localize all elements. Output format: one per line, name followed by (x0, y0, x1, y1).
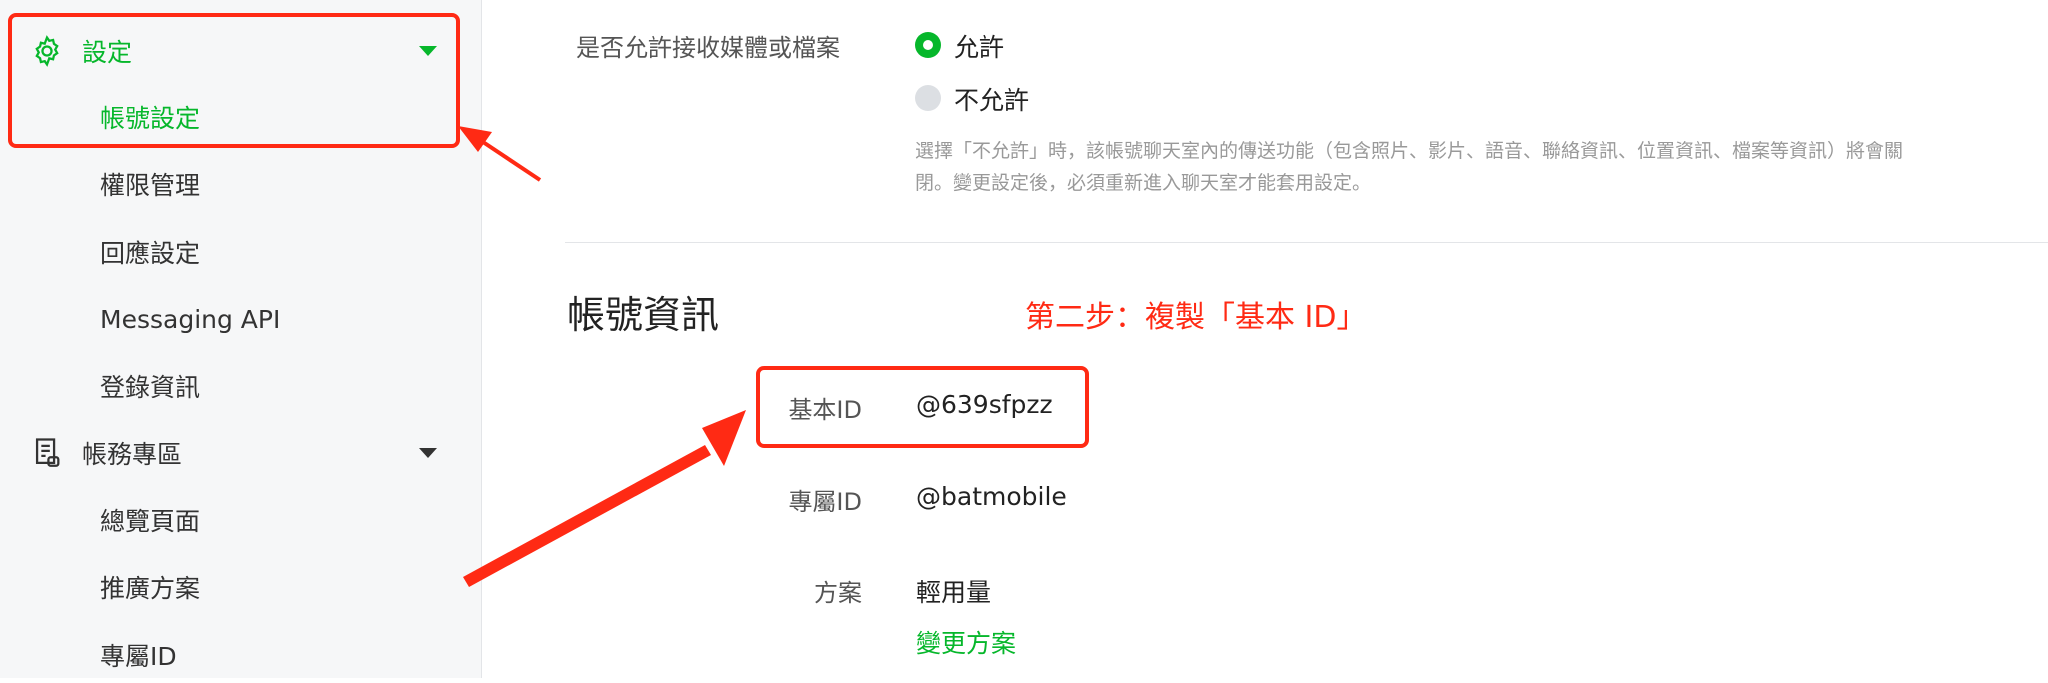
arrow-to-account-settings (458, 126, 542, 182)
arrow-to-basic-id (463, 410, 746, 587)
annotation-arrows (458, 126, 746, 587)
